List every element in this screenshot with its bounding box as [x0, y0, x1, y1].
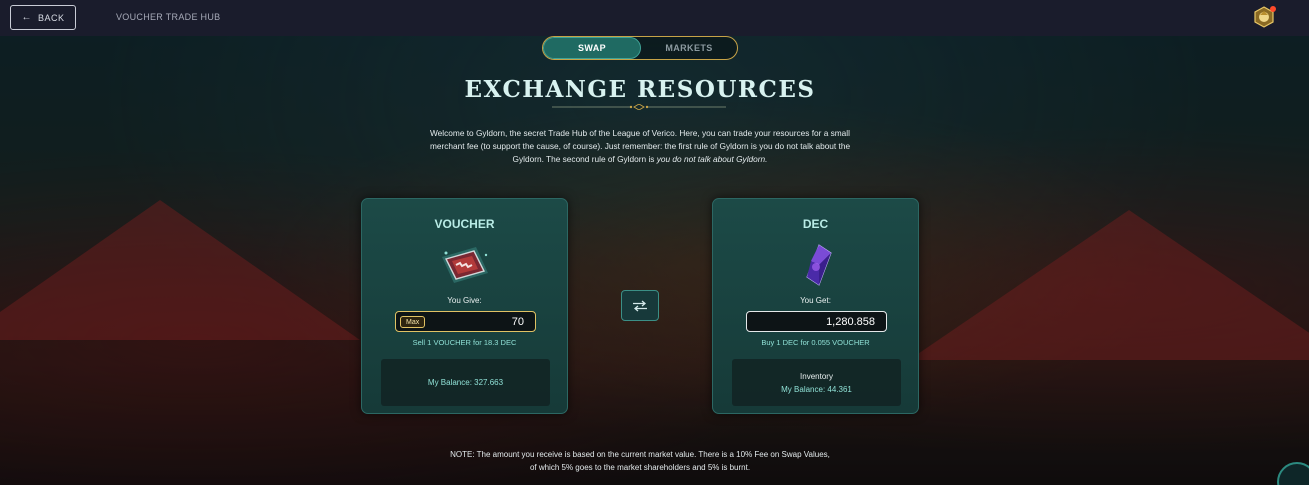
ornament-divider — [552, 104, 726, 110]
buy-rate: Buy 1 DEC for 0.055 VOUCHER — [761, 338, 870, 347]
get-amount-input[interactable]: 1,280.858 — [746, 311, 887, 332]
fee-note: NOTE: The amount you receive is based on… — [410, 449, 870, 474]
give-balance-box: My Balance: 327.663 — [381, 359, 550, 406]
voucher-token-icon — [441, 247, 488, 283]
background-scene — [0, 0, 1309, 485]
page-heading: EXCHANGE RESOURCES — [464, 76, 816, 103]
view-tabs: SWAP MARKETS — [542, 36, 738, 60]
background-tent-left — [0, 200, 360, 340]
give-balance: My Balance: 327.663 — [427, 378, 504, 387]
notification-dot — [1270, 6, 1276, 12]
page-title: VOUCHER TRADE HUB — [116, 12, 221, 22]
fee-note-line-2: of which 5% goes to the market sharehold… — [529, 462, 751, 472]
sell-rate: Sell 1 VOUCHER for 18.3 DEC — [412, 338, 517, 347]
tab-swap[interactable]: SWAP — [543, 37, 641, 59]
intro-text: Welcome to Gyldorn, the secret Trade Hub… — [420, 127, 860, 166]
get-balance-box: Inventory My Balance: 44.361 — [732, 359, 901, 406]
give-panel: VOUCHER You Give: Max 70 Sell 1 VOUCHER … — [361, 198, 568, 414]
get-token-title: DEC — [802, 217, 829, 231]
inventory-label: Inventory — [800, 371, 833, 381]
corner-widget[interactable] — [1277, 462, 1309, 485]
get-panel: DEC You Get: 1,280.858 Buy 1 DEC for 0.0… — [712, 198, 919, 414]
you-get-label: You Get: — [800, 296, 831, 305]
tab-markets[interactable]: MARKETS — [641, 37, 737, 59]
dec-crystal-icon — [805, 244, 832, 286]
user-avatar-icon[interactable] — [1253, 6, 1276, 28]
swap-arrows-icon — [633, 300, 647, 311]
back-button[interactable]: ← BACK — [10, 5, 76, 30]
back-label: BACK — [37, 12, 65, 23]
give-token-title: VOUCHER — [434, 217, 495, 231]
get-amount-value: 1,280.858 — [826, 315, 875, 328]
back-arrow-icon: ← — [21, 12, 32, 23]
intro-emphasis: you do not talk about Gyldorn. — [656, 154, 768, 164]
get-balance: My Balance: 44.361 — [781, 384, 852, 394]
intro-body: Welcome to Gyldorn, the secret Trade Hub… — [429, 128, 851, 164]
fee-note-line-1: NOTE: The amount you receive is based on… — [450, 450, 830, 459]
give-amount-input[interactable]: Max 70 — [395, 311, 536, 332]
top-bar: ← BACK VOUCHER TRADE HUB — [0, 0, 1309, 36]
swap-direction-button[interactable] — [621, 290, 659, 321]
give-amount-value: 70 — [511, 315, 524, 328]
max-button[interactable]: Max — [400, 316, 426, 328]
background-tent-right — [909, 210, 1309, 360]
you-give-label: You Give: — [447, 296, 482, 305]
